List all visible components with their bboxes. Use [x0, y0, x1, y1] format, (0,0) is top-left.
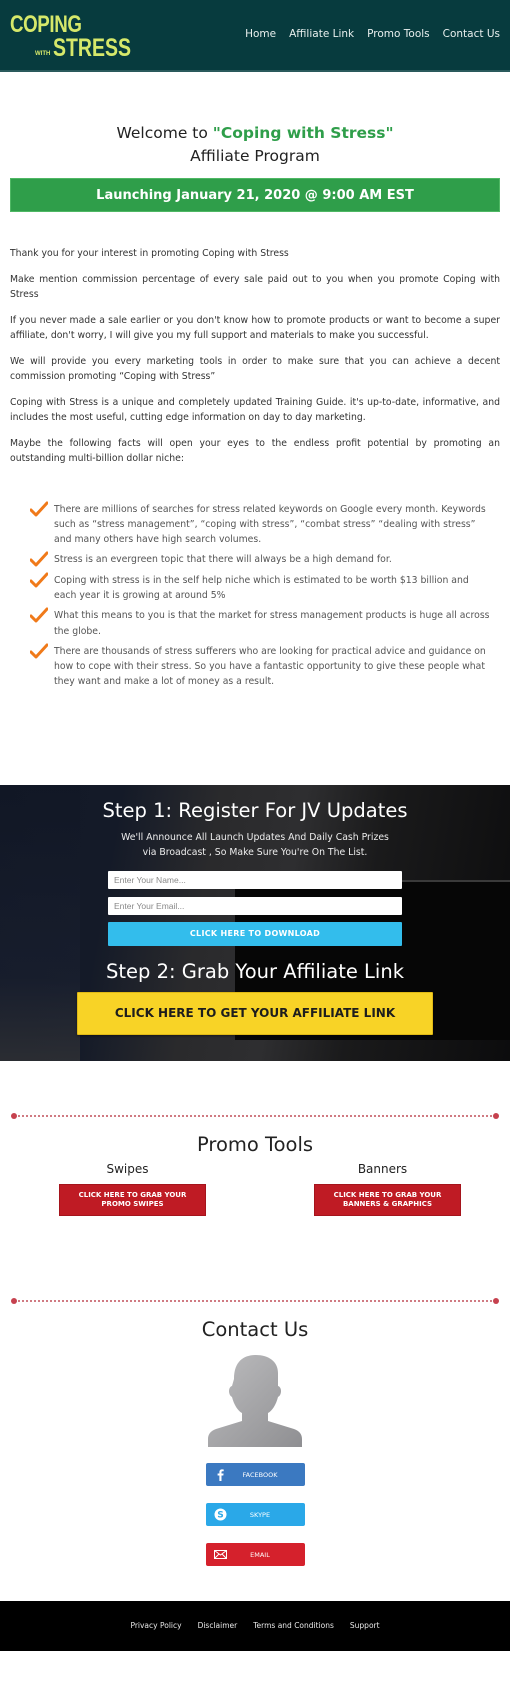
intro-paragraph: If you never made a sale earlier or you … — [10, 314, 500, 342]
site-footer: Privacy Policy Disclaimer Terms and Cond… — [0, 1600, 510, 1651]
fact-item: There are thousands of stress sufferers … — [30, 643, 490, 690]
checkmark-icon — [30, 572, 48, 588]
fact-text: There are millions of searches for stres… — [54, 503, 486, 546]
checkmark-icon — [30, 607, 48, 623]
intro-paragraph: Make mention commission percentage of ev… — [10, 273, 500, 301]
promo-col-banners: Banners CLICK HERE TO GRAB YOUR BANNERS … — [255, 1162, 510, 1216]
promo-tools-section: Promo Tools Swipes CLICK HERE TO GRAB YO… — [0, 1061, 510, 1216]
logo-small: WITH — [35, 51, 51, 57]
fact-item: Stress is an evergreen topic that there … — [30, 551, 490, 567]
main-nav: Home Affiliate Link Promo Tools Contact … — [245, 28, 500, 40]
site-header: COPING WITH STRESS Home Affiliate Link P… — [0, 0, 510, 72]
footer-terms[interactable]: Terms and Conditions — [253, 1621, 334, 1630]
fact-text: Coping with stress is in the self help n… — [54, 574, 469, 601]
nav-contact-us[interactable]: Contact Us — [443, 28, 500, 40]
nav-promo-tools[interactable]: Promo Tools — [367, 28, 430, 40]
title-brand: "Coping with Stress" — [212, 124, 394, 142]
email-input[interactable] — [108, 896, 402, 915]
promo-col-swipes: Swipes CLICK HERE TO GRAB YOUR PROMO SWI… — [0, 1162, 255, 1216]
step1-title: Step 1: Register For JV Updates — [102, 798, 408, 822]
email-label: EMAIL — [250, 1550, 270, 1559]
logo-line2: STRESS — [53, 34, 132, 62]
checkmark-icon — [30, 551, 48, 567]
title-line2: Affiliate Program — [190, 147, 320, 165]
fact-item: There are millions of searches for stres… — [30, 501, 490, 548]
fact-text: There are thousands of stress sufferers … — [54, 645, 486, 688]
fact-text: What this means to you is that the marke… — [54, 610, 490, 637]
nav-affiliate-link[interactable]: Affiliate Link — [289, 28, 354, 40]
intro-paragraph: Coping with Stress is a unique and compl… — [10, 396, 500, 424]
intro-section: Thank you for your interest in promoting… — [0, 212, 510, 467]
skype-button[interactable]: S SKYPE — [205, 1502, 305, 1526]
logo[interactable]: COPING WITH STRESS — [10, 13, 153, 61]
nav-home[interactable]: Home — [245, 28, 276, 40]
page-title: Welcome to "Coping with Stress" Affiliat… — [0, 122, 510, 168]
contact-title: Contact Us — [201, 1317, 309, 1341]
checkmark-icon — [30, 501, 48, 516]
step1-subtitle: We'll Announce All Launch Updates And Da… — [0, 830, 510, 860]
promo-heading: Swipes — [106, 1161, 149, 1176]
footer-disclaimer[interactable]: Disclaimer — [198, 1621, 238, 1630]
swipes-button[interactable]: CLICK HERE TO GRAB YOUR PROMO SWIPES — [59, 1183, 206, 1216]
promo-heading: Banners — [357, 1161, 408, 1176]
fact-item: What this means to you is that the marke… — [30, 607, 490, 639]
title-prefix: Welcome to — [116, 124, 213, 142]
intro-paragraph: We will provide you every marketing tool… — [10, 355, 500, 383]
facebook-button[interactable]: FACEBOOK — [205, 1462, 305, 1486]
facebook-label: FACEBOOK — [242, 1470, 278, 1479]
facts-list: There are millions of searches for stres… — [0, 477, 510, 690]
footer-privacy-policy[interactable]: Privacy Policy — [130, 1621, 181, 1630]
contact-section: Contact Us FACEBOOK S SKYPE EMAIL — [0, 1216, 510, 1566]
footer-support[interactable]: Support — [350, 1621, 380, 1630]
download-button[interactable]: CLICK HERE TO DOWNLOAD — [108, 921, 402, 946]
fact-item: Coping with stress is in the self help n… — [30, 572, 490, 604]
banners-button[interactable]: CLICK HERE TO GRAB YOUR BANNERS & GRAPHI… — [314, 1183, 461, 1216]
launch-banner: Launching January 21, 2020 @ 9:00 AM EST — [10, 178, 500, 212]
checkmark-icon — [30, 643, 48, 659]
affiliate-link-button[interactable]: CLICK HERE TO GET YOUR AFFILIATE LINK — [77, 991, 433, 1035]
section-divider — [11, 1296, 499, 1306]
email-button[interactable]: EMAIL — [205, 1542, 305, 1566]
name-input[interactable] — [108, 870, 402, 889]
jv-registration-section: Step 1: Register For JV Updates We'll An… — [0, 784, 510, 1061]
step1-subtitle-line2: via Broadcast , So Make Sure You're On T… — [142, 846, 368, 858]
promo-title: Promo Tools — [196, 1132, 314, 1156]
fact-text: Stress is an evergreen topic that there … — [54, 554, 392, 566]
intro-paragraph: Maybe the following facts will open your… — [10, 437, 500, 465]
intro-paragraph: Thank you for your interest in promoting… — [10, 248, 289, 259]
welcome-section: Welcome to "Coping with Stress" Affiliat… — [0, 72, 510, 212]
section-divider — [11, 1111, 499, 1121]
step2-title: Step 2: Grab Your Affiliate Link — [105, 959, 404, 983]
avatar-placeholder-icon — [208, 1354, 302, 1447]
step1-subtitle-line1: We'll Announce All Launch Updates And Da… — [121, 831, 389, 843]
skype-label: SKYPE — [249, 1510, 271, 1519]
